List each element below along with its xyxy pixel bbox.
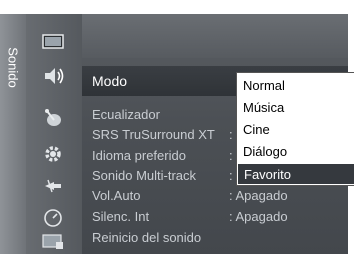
menu-item-label: Vol.Auto — [92, 188, 141, 203]
menu-item-label: Modo — [92, 73, 128, 89]
menu-item-label: Silenc. Int — [92, 209, 150, 224]
input-icon[interactable] — [40, 174, 66, 198]
menu-item-label: Reinicio del sonido — [92, 230, 202, 245]
support-icon[interactable] — [40, 230, 66, 254]
dropdown-option-normal[interactable]: Normal — [237, 75, 354, 97]
menu-item-value: : Apagado — [229, 209, 288, 224]
dropdown-option-cine[interactable]: Cine — [237, 119, 354, 141]
menu-item-srs-trusurround[interactable]: SRS TruSurround XT : — [92, 127, 233, 147]
menu-item-label: Idioma preferido — [92, 148, 186, 163]
bottom-margin — [0, 254, 354, 271]
menu-item-sonido-multi-track[interactable]: Sonido Multi-track : — [92, 168, 233, 188]
menu-item-value: : — [229, 168, 233, 183]
picture-icon[interactable] — [40, 30, 66, 54]
sound-icon[interactable] — [40, 64, 66, 88]
mode-dropdown[interactable]: Normal Música Cine Diálogo Favorito — [236, 72, 354, 186]
menu-item-label: Sonido Multi-track — [92, 168, 197, 183]
menu-item-modo[interactable]: Modo : — [92, 73, 244, 93]
application-icon[interactable] — [40, 206, 66, 230]
menu-item-value: : Apagado — [229, 188, 288, 203]
category-label-strip: Sonido — [0, 14, 26, 254]
category-label: Sonido — [5, 47, 21, 88]
menu-item-reinicio-del-sonido[interactable]: Reinicio del sonido — [92, 230, 201, 250]
menu-item-silenc-int[interactable]: Silenc. Int : Apagado — [92, 209, 288, 229]
menu-item-ecualizador[interactable]: Ecualizador — [92, 107, 160, 127]
channel-icon[interactable] — [40, 106, 66, 130]
setup-icon[interactable] — [40, 142, 66, 166]
dropdown-option-dialogo[interactable]: Diálogo — [237, 141, 354, 163]
menu-item-label: Ecualizador — [92, 107, 160, 122]
menu-item-idioma-preferido[interactable]: Idioma preferido : — [92, 148, 233, 168]
menu-item-value: : — [229, 127, 233, 142]
tv-menu-screen: Sonido Modo Ecualizador SRS TruSurround … — [0, 0, 354, 271]
icon-column — [26, 14, 82, 254]
dropdown-option-musica[interactable]: Música — [237, 97, 354, 119]
dropdown-option-favorito[interactable]: Favorito — [237, 163, 354, 185]
menu-item-label: SRS TruSurround XT — [92, 127, 215, 142]
menu-item-value: : — [229, 148, 233, 163]
menu-item-vol-auto[interactable]: Vol.Auto : Apagado — [92, 188, 288, 208]
